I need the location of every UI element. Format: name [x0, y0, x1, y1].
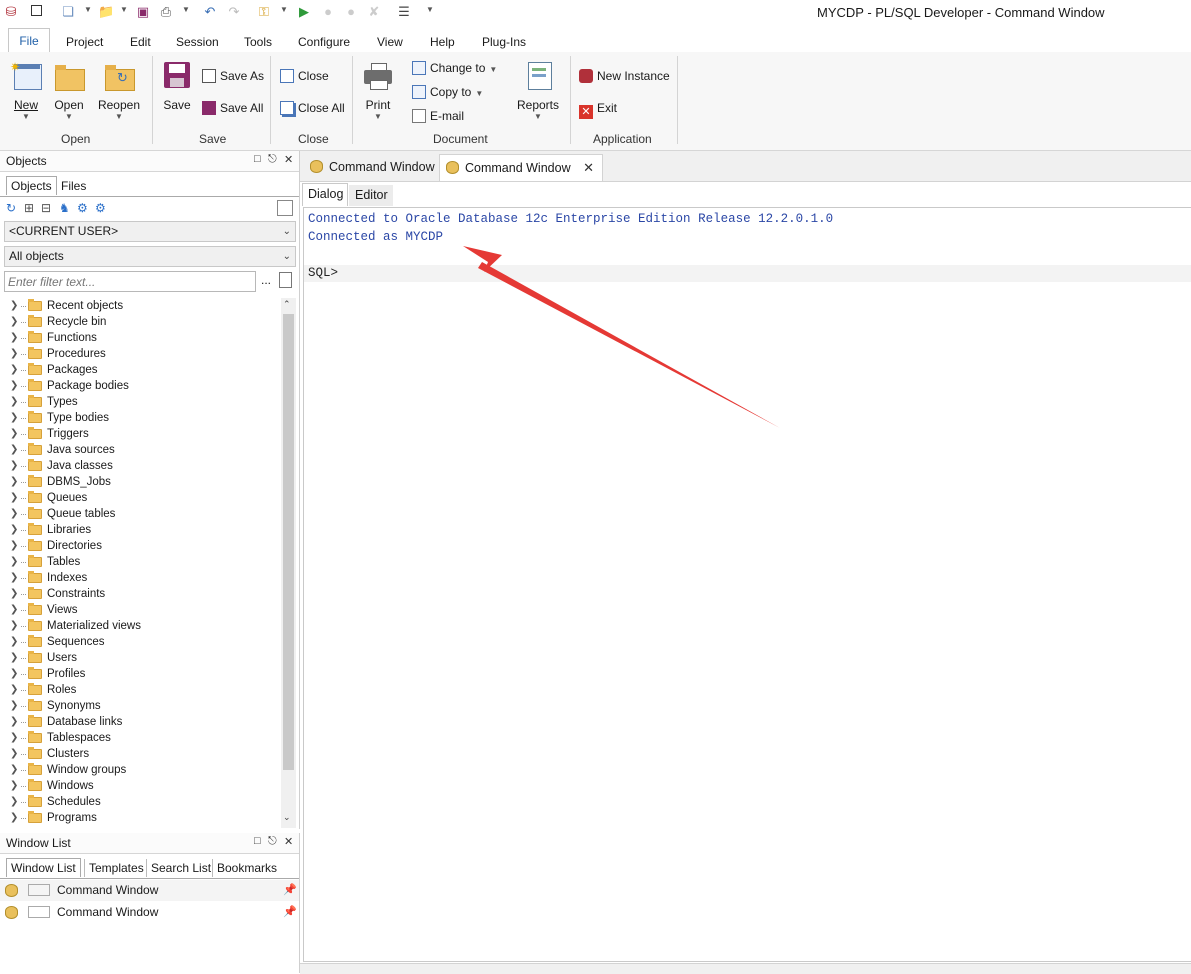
- annotation-arrow: [463, 246, 780, 428]
- status-bar: [300, 963, 1191, 974]
- arrow-shaft: [478, 262, 780, 428]
